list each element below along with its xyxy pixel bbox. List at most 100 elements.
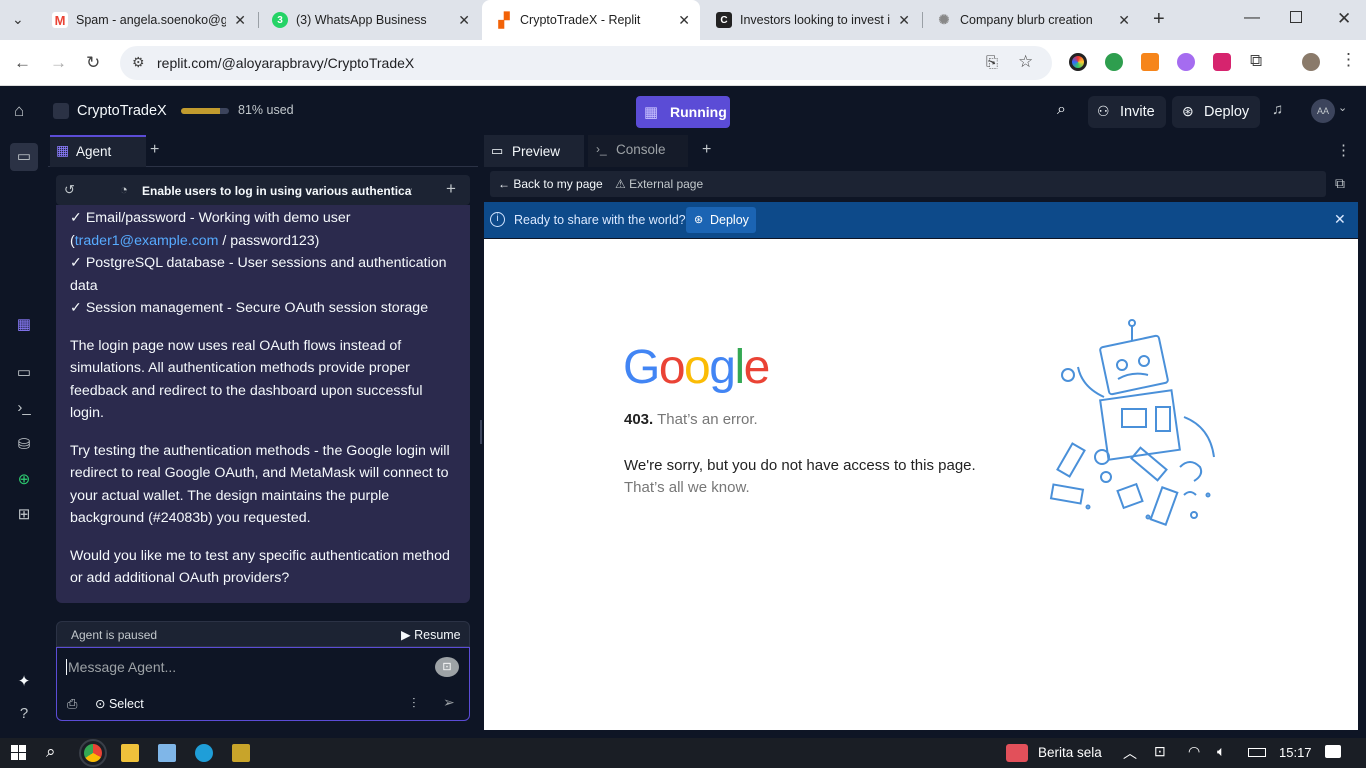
profile-avatar[interactable] (1302, 53, 1320, 71)
extension-colorful-icon[interactable] (1069, 53, 1087, 71)
url-text[interactable]: replit.com/@aloyarapbravy/CryptoTradeX (157, 55, 414, 71)
home-icon[interactable]: ⌂ (14, 101, 24, 121)
add-user-icon: ⚇ (1097, 103, 1110, 119)
bookmark-star-icon[interactable]: ☆ (1018, 52, 1033, 72)
browser-tab-gmail[interactable]: M Spam - angela.soenoko@gm ✕ (38, 0, 256, 40)
close-tab-icon[interactable]: ✕ (1118, 12, 1130, 29)
new-tab-icon[interactable]: + (1153, 8, 1165, 31)
metamask-fox-icon[interactable] (1141, 53, 1159, 71)
close-tab-icon[interactable]: ✕ (234, 12, 246, 29)
add-tab-icon[interactable]: + (150, 141, 159, 159)
new-thread-icon[interactable]: + (446, 179, 456, 199)
close-tab-icon[interactable]: ✕ (678, 12, 690, 29)
all-tools-icon[interactable]: ⊞ (14, 505, 34, 525)
spreadsheet-app-icon[interactable] (232, 744, 250, 762)
tab-preview[interactable]: ▭ Preview (484, 135, 584, 167)
browser-tab-company-blurb[interactable]: ✺ Company blurb creation ✕ (922, 0, 1140, 40)
tab-agent[interactable]: ▦ Agent (50, 135, 146, 167)
demo-email-link[interactable]: trader1@example.com (75, 233, 219, 249)
banner-deploy-button[interactable]: ⊛ Deploy (686, 207, 756, 233)
external-page-warning[interactable]: ⚠ External page (615, 177, 703, 191)
browser-tab-investors[interactable]: C Investors looking to invest ir ✕ (702, 0, 920, 40)
notifications-bell-icon[interactable]: ♫ (1272, 101, 1283, 118)
invite-button[interactable]: ⚇ Invite (1088, 96, 1166, 128)
extensions-puzzle-icon[interactable]: ⧉ (1250, 51, 1262, 71)
browser-tab-whatsapp[interactable]: 3 (3) WhatsApp Business ✕ (258, 0, 480, 40)
error-code: 403. (624, 411, 654, 428)
extension-green-icon[interactable] (1105, 53, 1123, 71)
sparkle-icon[interactable]: ✦ (14, 672, 34, 692)
history-icon[interactable]: ↺ (64, 182, 75, 198)
extension-purple-icon[interactable] (1177, 53, 1195, 71)
forward-arrow-icon[interactable]: → (50, 53, 67, 73)
logo-letter: G (623, 341, 660, 394)
add-tab-icon[interactable]: + (702, 141, 711, 159)
close-tab-icon[interactable]: ✕ (898, 12, 910, 29)
settings-sliders-icon[interactable]: ⫶ (412, 695, 416, 712)
console-prompt-icon: ›_ (596, 142, 607, 156)
message-input-box[interactable]: Message Agent... ⊡ ⎙ ⊙ Select ⫶ ➢ (56, 647, 470, 721)
install-app-icon[interactable]: ⎘ (986, 54, 998, 71)
windows-start-icon[interactable] (11, 745, 26, 760)
edge-icon[interactable] (195, 744, 213, 762)
send-icon[interactable]: ➢ (443, 694, 455, 711)
extension-shield-icon[interactable] (1213, 53, 1231, 71)
database-icon[interactable]: ⛁ (14, 435, 34, 455)
site-info-icon[interactable]: ⚙ (132, 54, 145, 71)
logo-letter: l (734, 341, 745, 394)
clock[interactable]: 15:17 (1279, 745, 1312, 760)
chrome-menu-icon[interactable]: ⋮ (1340, 50, 1357, 70)
notepad-icon[interactable] (158, 744, 176, 762)
user-avatar[interactable]: AA (1311, 99, 1335, 123)
tab-title: (3) WhatsApp Business (296, 13, 427, 27)
back-arrow-icon[interactable]: ← (14, 53, 31, 73)
pane-splitter[interactable] (480, 420, 482, 444)
thread-title[interactable]: Enable users to log in using various aut… (142, 184, 412, 198)
select-button[interactable]: ⊙ Select (95, 696, 144, 711)
search-icon[interactable]: ⌕ (1057, 101, 1066, 119)
tray-chevron-icon[interactable]: ︿ (1123, 743, 1137, 763)
deploy-button[interactable]: ⊛ Deploy (1172, 96, 1260, 128)
pane-menu-icon[interactable]: ⋮ (1336, 141, 1351, 159)
notifications-icon[interactable] (1325, 745, 1341, 758)
news-widget-icon[interactable] (1006, 744, 1028, 762)
restore-window-icon[interactable] (1290, 11, 1302, 23)
close-tab-icon[interactable]: ✕ (458, 12, 470, 29)
agent-icon[interactable]: ▦ (14, 315, 34, 335)
taskbar-search-icon[interactable]: ⌕ (46, 742, 56, 762)
banner-deploy-label: Deploy (710, 213, 749, 227)
app-name[interactable]: CryptoTradeX (77, 103, 167, 119)
open-new-tab-icon[interactable]: ⧉ (1335, 175, 1345, 192)
wifi-icon[interactable]: ◠ (1188, 743, 1200, 760)
replit-icon: ▞ (496, 12, 512, 28)
battery-icon[interactable] (1248, 748, 1266, 757)
tab-title: CryptoTradeX - Replit (520, 13, 641, 27)
tab-preview-label: Preview (512, 144, 561, 159)
attach-paperclip-icon[interactable]: ⎙ (67, 696, 77, 712)
browser-tab-replit[interactable]: ▞ CryptoTradeX - Replit ✕ (482, 0, 700, 40)
resume-button[interactable]: ▶ Resume (401, 627, 461, 642)
message-input[interactable]: Message Agent... (66, 659, 176, 675)
news-label[interactable]: Berita sela (1038, 745, 1102, 760)
minimize-window-icon[interactable]: — (1244, 9, 1260, 27)
deployments-icon[interactable]: ⊕ (14, 470, 34, 490)
address-bar[interactable]: ⚙ replit.com/@aloyarapbravy/CryptoTradeX… (120, 46, 1052, 80)
chrome-taskbar-icon[interactable] (79, 739, 107, 767)
usage-label[interactable]: 81% used (238, 103, 294, 117)
tray-app-icon[interactable]: ⊡ (1154, 743, 1166, 760)
volume-icon[interactable]: 🔈︎ (1217, 743, 1225, 760)
tab-list-chevron-icon[interactable]: ⌄ (12, 11, 24, 28)
file-explorer-icon[interactable] (121, 744, 139, 762)
reload-icon[interactable]: ↻ (86, 53, 100, 73)
files-icon[interactable]: ▭ (10, 143, 38, 171)
deploy-label: Deploy (1204, 104, 1250, 120)
help-icon[interactable]: ? (14, 705, 34, 725)
console-icon[interactable]: ›_ (14, 399, 34, 419)
run-status-button[interactable]: ▦ Running (636, 96, 730, 128)
webview-icon[interactable]: ▭ (14, 363, 34, 383)
back-to-page-button[interactable]: ← Back to my page (498, 177, 603, 191)
avatar-chevron-icon[interactable]: ⌄ (1338, 101, 1347, 114)
close-window-icon[interactable]: ✕ (1337, 9, 1351, 29)
close-banner-icon[interactable]: ✕ (1334, 211, 1346, 228)
tab-console[interactable]: ›_ Console (588, 135, 688, 167)
